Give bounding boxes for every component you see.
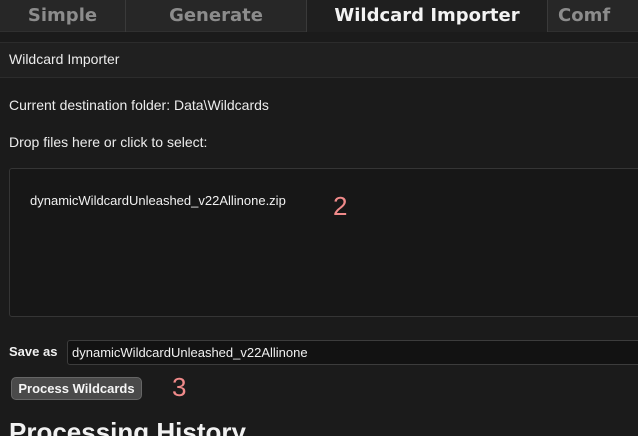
dropzone-annotation-marker: 2 bbox=[333, 191, 348, 221]
wildcard-importer-page: Simple Generate Wildcard Importer Comf W… bbox=[0, 0, 638, 436]
tab-generate[interactable]: Generate bbox=[126, 0, 306, 32]
save-as-input[interactable] bbox=[67, 340, 638, 365]
tab-wildcard-importer[interactable]: Wildcard Importer bbox=[307, 0, 547, 32]
section-title: Wildcard Importer bbox=[9, 51, 120, 67]
section-header: Wildcard Importer bbox=[0, 42, 638, 78]
save-as-label: Save as bbox=[9, 344, 58, 359]
dropped-file-name: dynamicWildcardUnleashed_v22Allinone.zip bbox=[30, 193, 286, 208]
file-drop-zone[interactable]: dynamicWildcardUnleashed_v22Allinone.zip bbox=[9, 168, 638, 317]
destination-folder-text: Current destination folder: Data\Wildcar… bbox=[9, 97, 269, 113]
processing-history-heading: Processing History bbox=[9, 417, 246, 436]
button-annotation-marker: 3 bbox=[172, 372, 187, 402]
process-wildcards-button[interactable]: Process Wildcards bbox=[11, 377, 142, 400]
tab-simple[interactable]: Simple bbox=[0, 0, 125, 32]
dropzone-label: Drop files here or click to select: bbox=[9, 134, 208, 150]
tab-comfy[interactable]: Comf bbox=[548, 0, 638, 32]
main-tab-bar: Simple Generate Wildcard Importer Comf bbox=[0, 0, 638, 32]
